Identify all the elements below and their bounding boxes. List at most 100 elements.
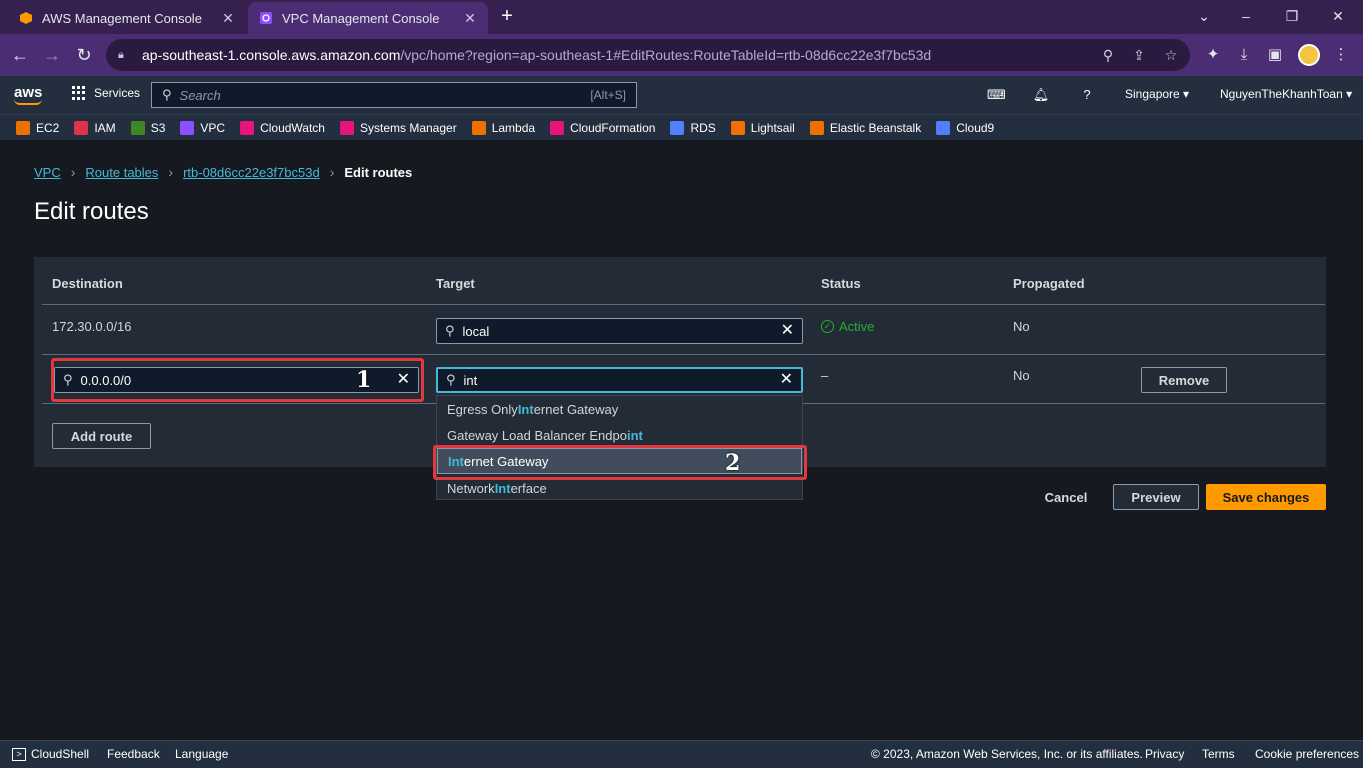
reload-icon[interactable]: ↻ bbox=[72, 43, 96, 67]
search-shortcut: [Alt+S] bbox=[590, 88, 626, 102]
divider bbox=[42, 354, 1325, 355]
dropdown-option[interactable]: Egress Only Int ernet Gateway bbox=[437, 396, 802, 422]
column-header-status: Status bbox=[821, 276, 861, 291]
language-link[interactable]: Language bbox=[175, 747, 228, 761]
tab-aws-management-console[interactable]: AWS Management Console ✕ bbox=[8, 2, 246, 34]
side-panel-icon[interactable]: ▣ bbox=[1265, 45, 1285, 65]
favorite-vpc[interactable]: VPC bbox=[180, 120, 226, 135]
cloudshell-icon[interactable]: ⌨ bbox=[987, 86, 1006, 104]
restore-icon[interactable]: ❐ bbox=[1272, 4, 1312, 28]
minimize-icon[interactable]: – bbox=[1226, 4, 1266, 28]
favorite-systems-manager[interactable]: Systems Manager bbox=[339, 120, 457, 135]
favorite-label: VPC bbox=[200, 120, 226, 135]
favorite-iam[interactable]: IAM bbox=[74, 120, 116, 135]
search-icon: ⚲ bbox=[446, 372, 456, 387]
remove-button[interactable]: Remove bbox=[1141, 367, 1227, 393]
service-icon bbox=[471, 120, 486, 135]
breadcrumb-route-tables-link[interactable]: Route tables bbox=[85, 165, 158, 180]
row1-status: ✓ Active bbox=[821, 319, 874, 334]
cookie-preferences-link[interactable]: Cookie preferences bbox=[1255, 747, 1359, 761]
terms-link[interactable]: Terms bbox=[1202, 747, 1235, 761]
favorite-lambda[interactable]: Lambda bbox=[471, 120, 536, 135]
divider bbox=[42, 304, 1325, 305]
search-icon: ⚲ bbox=[162, 87, 172, 102]
close-tab-icon[interactable]: ✕ bbox=[462, 10, 478, 27]
row2-target-input[interactable]: ⚲ int ✕ bbox=[436, 367, 803, 393]
account-menu[interactable]: NguyenTheKhanhToan ▾ bbox=[1220, 87, 1352, 101]
profile-avatar[interactable] bbox=[1298, 44, 1320, 66]
favorite-label: Cloud9 bbox=[956, 120, 995, 135]
preview-button[interactable]: Preview bbox=[1113, 484, 1199, 510]
favorite-cloudwatch[interactable]: CloudWatch bbox=[240, 120, 325, 135]
privacy-link[interactable]: Privacy bbox=[1145, 747, 1184, 761]
row1-destination: 172.30.0.0/16 bbox=[52, 319, 132, 334]
new-tab-icon[interactable]: + bbox=[496, 6, 518, 28]
row1-target-input[interactable]: ⚲ local ✕ bbox=[436, 318, 803, 344]
cloudshell-label: CloudShell bbox=[31, 747, 90, 761]
download-icon[interactable]: ⤓ bbox=[1234, 45, 1254, 65]
cancel-button[interactable]: Cancel bbox=[1036, 484, 1096, 510]
favorite-cloud9[interactable]: Cloud9 bbox=[936, 120, 995, 135]
chevron-right-icon: › bbox=[70, 164, 76, 180]
service-icon bbox=[180, 120, 195, 135]
browser-tab-strip: AWS Management Console ✕ VPC Management … bbox=[0, 0, 1363, 34]
favorite-elastic-beanstalk[interactable]: Elastic Beanstalk bbox=[809, 120, 921, 135]
bell-icon[interactable]: 🔔︎ bbox=[1032, 86, 1050, 104]
url-text: ap-southeast-1.console.aws.amazon.com/vp… bbox=[142, 47, 932, 63]
feedback-link[interactable]: Feedback bbox=[107, 747, 160, 761]
lock-icon: 🔒︎ bbox=[118, 48, 124, 61]
cloudshell-button[interactable]: > CloudShell bbox=[12, 747, 89, 761]
favorite-label: CloudWatch bbox=[260, 120, 325, 135]
share-icon[interactable]: ⇪ bbox=[1130, 46, 1148, 64]
favorite-label: Lambda bbox=[491, 120, 536, 135]
region-selector[interactable]: Singapore ▾ bbox=[1125, 87, 1189, 101]
forward-arrow-icon[interactable]: → bbox=[40, 43, 64, 67]
favorite-cloudformation[interactable]: CloudFormation bbox=[550, 120, 655, 135]
favorite-rds[interactable]: RDS bbox=[670, 120, 716, 135]
option-text: ernet Gateway bbox=[533, 401, 619, 417]
chevron-down-icon[interactable]: ⌄ bbox=[1184, 4, 1224, 28]
page-title: Edit routes bbox=[34, 198, 149, 225]
tab-vpc-management-console[interactable]: VPC Management Console ✕ bbox=[248, 2, 488, 34]
close-tab-icon[interactable]: ✕ bbox=[220, 10, 236, 27]
option-text: Gateway Load Balancer Endpo bbox=[447, 427, 627, 443]
back-arrow-icon[interactable]: ← bbox=[8, 43, 32, 67]
extensions-icon[interactable]: ✦ bbox=[1203, 45, 1223, 65]
annotation-number-1: 1 bbox=[356, 367, 372, 393]
save-changes-button[interactable]: Save changes bbox=[1206, 484, 1326, 510]
service-icon bbox=[16, 120, 30, 135]
search-icon[interactable]: ⚲ bbox=[1099, 46, 1117, 64]
kebab-menu-icon[interactable]: ⋮ bbox=[1331, 45, 1351, 65]
chevron-right-icon: › bbox=[168, 164, 174, 180]
address-bar[interactable]: 🔒︎ ap-southeast-1.console.aws.amazon.com… bbox=[106, 39, 1190, 71]
aws-search-input[interactable]: ⚲ Search [Alt+S] bbox=[151, 82, 637, 108]
match-highlight: Int bbox=[494, 480, 511, 496]
favorite-lightsail[interactable]: Lightsail bbox=[730, 120, 795, 135]
star-icon[interactable]: ☆ bbox=[1162, 46, 1180, 64]
browser-toolbar: ← → ↻ 🔒︎ ap-southeast-1.console.aws.amaz… bbox=[0, 34, 1363, 76]
favorite-ec2[interactable]: EC2 bbox=[16, 120, 59, 135]
services-menu-button[interactable]: Services bbox=[72, 86, 140, 100]
aws-logo[interactable]: aws bbox=[14, 84, 42, 105]
tab-title: AWS Management Console bbox=[42, 10, 202, 26]
breadcrumb-vpc-link[interactable]: VPC bbox=[34, 165, 61, 180]
search-icon: ⚲ bbox=[445, 323, 455, 338]
favorite-s3[interactable]: S3 bbox=[130, 120, 165, 135]
service-icon bbox=[936, 120, 951, 135]
option-text: Egress Only bbox=[447, 401, 518, 417]
help-icon[interactable]: ? bbox=[1078, 86, 1096, 104]
clear-icon[interactable]: ✕ bbox=[781, 323, 794, 339]
breadcrumb-rtb-link[interactable]: rtb-08d6cc22e3f7bc53d bbox=[183, 165, 320, 180]
add-route-button[interactable]: Add route bbox=[52, 423, 151, 449]
match-highlight: Int bbox=[517, 401, 534, 417]
option-text: Network bbox=[447, 480, 495, 496]
close-window-icon[interactable]: ✕ bbox=[1318, 4, 1358, 28]
row1-target-value: local bbox=[462, 323, 490, 339]
service-icon bbox=[730, 120, 745, 135]
annotation-box-2 bbox=[433, 445, 807, 480]
service-icon bbox=[240, 120, 255, 135]
search-placeholder: Search bbox=[179, 87, 221, 103]
clear-icon[interactable]: ✕ bbox=[780, 372, 793, 388]
favorite-label: Systems Manager bbox=[359, 120, 457, 135]
grid-icon bbox=[72, 86, 86, 100]
